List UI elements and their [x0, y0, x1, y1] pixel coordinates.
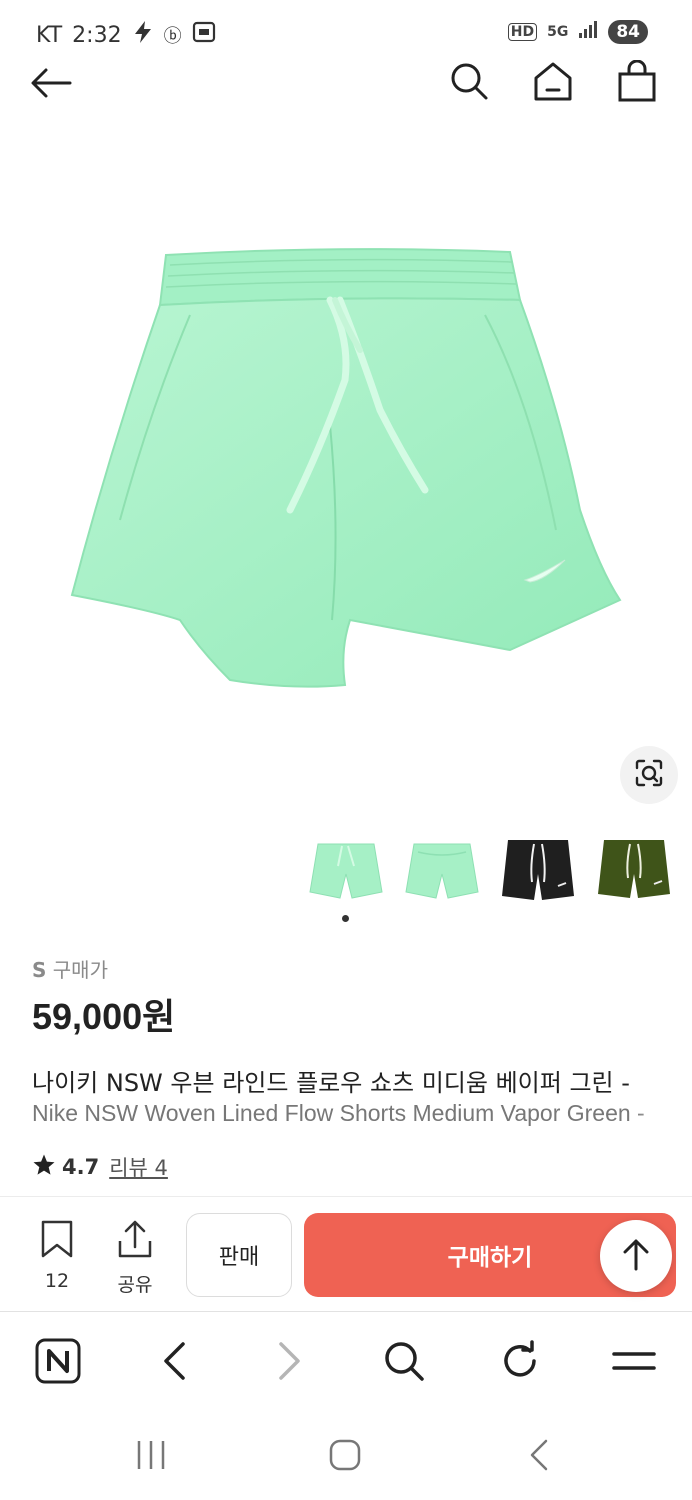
product-title-en: Nike NSW Woven Lined Flow Shorts Medium … — [32, 1100, 645, 1126]
bookmark-count: 12 — [44, 1270, 70, 1292]
browser-toolbar — [0, 1313, 692, 1409]
clock-text: 2:32 — [72, 22, 122, 48]
share-label: 공유 — [117, 1274, 153, 1296]
home-icon[interactable] — [530, 58, 576, 104]
price-label-text: 구매가 — [52, 958, 108, 982]
battery-indicator: 84 — [608, 20, 648, 44]
carrier-text: KT — [36, 22, 63, 48]
search-icon[interactable] — [446, 58, 492, 104]
app-bar — [0, 54, 692, 110]
notification-icon: ⓑ — [163, 26, 182, 47]
status-right: HD 5G 84 — [507, 20, 648, 44]
home-nav-icon[interactable] — [320, 1432, 370, 1478]
system-nav-bar — [0, 1410, 692, 1500]
refresh-icon[interactable] — [496, 1337, 544, 1385]
star-icon — [32, 1153, 56, 1182]
title-fade-overlay — [632, 1060, 692, 1140]
product-title-ko: 나이키 NSW 우븐 라인드 플로우 쇼츠 미디움 베이퍼 그린 - — [32, 1069, 630, 1097]
purchase-action-bar: 12 공유 판매 구매하기 — [0, 1196, 692, 1312]
browser-back-icon[interactable] — [150, 1337, 198, 1385]
browser-forward-icon[interactable] — [266, 1337, 314, 1385]
thumbnail-strip — [306, 830, 674, 910]
share-button[interactable]: 공유 — [110, 1219, 160, 1297]
status-left: KT 2:32 ⓑ — [36, 20, 216, 50]
menu-icon[interactable] — [610, 1337, 658, 1385]
thumbnail-mint-back[interactable] — [402, 830, 482, 910]
size-text: S — [32, 958, 47, 982]
back-icon[interactable] — [28, 60, 74, 106]
thumbnail-olive[interactable] — [594, 830, 674, 910]
size-price-label: S 구매가 — [32, 954, 108, 983]
recent-apps-icon[interactable] — [126, 1432, 176, 1478]
thumbnail-mint-front[interactable] — [306, 830, 386, 910]
arrow-up-icon — [621, 1237, 651, 1275]
bookmark-icon — [39, 1219, 75, 1264]
review-link[interactable]: 리뷰 4 — [109, 1152, 168, 1182]
sell-button[interactable]: 판매 — [186, 1213, 292, 1297]
rating-score: 4.7 — [62, 1155, 100, 1179]
bookmark-button[interactable]: 12 — [32, 1219, 82, 1292]
gallery-page-indicator — [342, 915, 349, 922]
screenshot-icon — [192, 21, 216, 49]
hd-badge: HD — [507, 23, 538, 41]
thumbnail-black[interactable] — [498, 830, 578, 910]
signal-icon — [578, 21, 598, 43]
product-hero-image[interactable] — [0, 150, 692, 800]
charging-icon — [132, 20, 154, 50]
share-icon — [116, 1219, 154, 1264]
lens-icon — [634, 758, 664, 792]
rating-row[interactable]: 4.7 리뷰 4 — [32, 1152, 168, 1182]
lens-search-button[interactable] — [620, 746, 678, 804]
cart-icon[interactable] — [614, 58, 660, 104]
network-badge: 5G — [547, 24, 569, 40]
browser-search-icon[interactable] — [380, 1337, 428, 1385]
naver-icon[interactable] — [34, 1337, 82, 1385]
scroll-top-button[interactable] — [600, 1220, 672, 1292]
system-back-icon[interactable] — [514, 1432, 564, 1478]
price-text: 59,000원 — [32, 996, 176, 1037]
